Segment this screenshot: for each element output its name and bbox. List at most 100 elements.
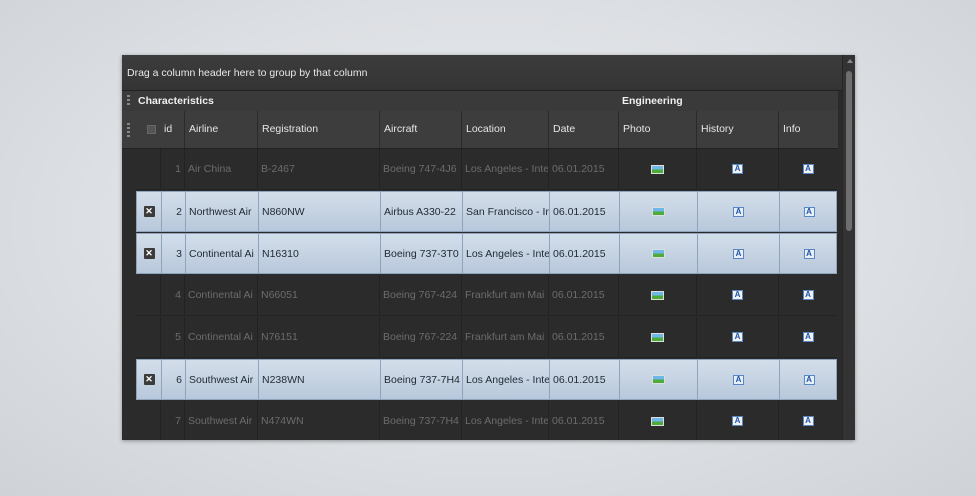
photo-cell[interactable] [619,360,697,399]
cell-id[interactable]: 3 [161,234,185,273]
history-cell[interactable]: A [696,275,778,315]
photo-icon[interactable] [652,249,665,258]
info-cell[interactable]: A [779,192,838,231]
cell-registration[interactable]: N66051 [257,275,379,315]
cell-aircraft[interactable]: Boeing 737-3T0 [380,234,462,273]
info-cell[interactable]: A [778,401,837,440]
photo-icon[interactable] [651,290,664,300]
cell-airline[interactable]: Continental Ai [184,317,257,357]
cell-aircraft[interactable]: Boeing 737-7H4 [380,360,462,399]
scroll-up-arrow-icon[interactable] [847,59,853,63]
photo-cell[interactable] [618,317,696,357]
close-icon[interactable]: ✕ [143,206,155,217]
cell-id[interactable]: 4 [160,275,184,315]
column-header-history[interactable]: History [696,111,778,148]
close-icon[interactable]: ✕ [143,374,155,385]
cell-registration[interactable]: N860NW [258,192,380,231]
band-grip-icon[interactable] [127,95,130,107]
photo-cell[interactable] [619,192,697,231]
cell-aircraft[interactable]: Boeing 747-4J6 [379,149,461,189]
cell-location[interactable]: Frankfurt am Mai [461,317,548,357]
cell-airline[interactable]: Northwest Air [185,192,258,231]
row-select-cell[interactable]: ✕ [137,234,161,273]
photo-cell[interactable] [619,234,697,273]
cell-airline[interactable]: Southwest Air [185,360,258,399]
cell-airline[interactable]: Continental Ai [185,234,258,273]
cell-date[interactable]: 06.01.2015 [548,149,618,189]
history-cell[interactable]: A [696,401,778,440]
column-header-photo[interactable]: Photo [618,111,696,148]
photo-icon[interactable] [651,332,664,342]
document-icon[interactable]: A [803,206,815,217]
row-select-cell[interactable] [136,317,160,357]
photo-icon[interactable] [651,164,664,174]
document-icon[interactable]: A [802,164,814,174]
history-cell[interactable]: A [697,360,779,399]
column-header-id[interactable]: id [160,111,184,148]
cell-location[interactable]: Los Angeles - Inte [462,360,549,399]
cell-date[interactable]: 06.01.2015 [548,275,618,315]
header-grip-icon[interactable] [127,123,130,137]
cell-id[interactable]: 7 [160,401,184,440]
table-row[interactable]: 4 Continental Ai N66051 Boeing 767-424 Frank… [136,275,837,316]
photo-icon[interactable] [652,207,665,216]
column-header-aircraft[interactable]: Aircraft [379,111,461,148]
cell-airline[interactable]: Southwest Air [184,401,257,440]
cell-date[interactable]: 06.01.2015 [548,401,618,440]
cell-location[interactable]: Los Angeles - Inte [461,401,548,440]
group-panel[interactable]: Drag a column header here to group by th… [122,55,842,91]
info-cell[interactable]: A [778,317,837,357]
cell-location[interactable]: San Francisco - Ir [462,192,549,231]
cell-registration[interactable]: N474WN [257,401,379,440]
cell-airline[interactable]: Continental Ai [184,275,257,315]
cell-id[interactable]: 1 [160,149,184,189]
column-header-info[interactable]: Info [778,111,838,148]
document-icon[interactable]: A [733,248,744,259]
info-cell[interactable]: A [778,275,837,315]
document-icon[interactable]: A [803,374,815,385]
band-characteristics[interactable]: Characteristics [134,91,618,111]
document-icon[interactable]: A [802,332,814,342]
cell-id[interactable]: 6 [161,360,185,399]
column-header-location[interactable]: Location [461,111,548,148]
document-icon[interactable]: A [733,206,744,217]
cell-location[interactable]: Frankfurt am Mai [461,275,548,315]
row-select-cell[interactable]: ✕ [137,360,161,399]
table-row[interactable]: ✕ 3 Continental Ai N16310 Boeing 737-3T0 Los … [136,233,837,274]
cell-registration[interactable]: N76151 [257,317,379,357]
vertical-scrollbar[interactable] [842,55,855,440]
table-row[interactable]: ✕ 6 Southwest Air N238WN Boeing 737-7H4 Los A… [136,359,837,400]
cell-registration[interactable]: B-2467 [257,149,379,189]
table-row[interactable]: 7 Southwest Air N474WN Boeing 737-7H4 Los An… [136,401,837,440]
row-select-cell[interactable]: ✕ [137,192,161,231]
cell-aircraft[interactable]: Airbus A330-22 [380,192,462,231]
cell-registration[interactable]: N16310 [258,234,380,273]
cell-id[interactable]: 5 [160,317,184,357]
cell-airline[interactable]: Air China [184,149,257,189]
table-row[interactable]: 5 Continental Ai N76151 Boeing 767-224 Frank… [136,317,837,358]
document-icon[interactable]: A [732,416,743,426]
document-icon[interactable]: A [733,374,744,385]
cell-aircraft[interactable]: Boeing 767-424 [379,275,461,315]
document-icon[interactable]: A [732,290,743,300]
document-icon[interactable]: A [803,248,815,259]
column-header-airline[interactable]: Airline [184,111,257,148]
info-cell[interactable]: A [779,234,838,273]
select-all-checkbox[interactable] [147,125,156,134]
cell-location[interactable]: Los Angeles - Inte [462,234,549,273]
scrollbar-thumb[interactable] [846,71,852,231]
history-cell[interactable]: A [696,317,778,357]
band-engineering[interactable]: Engineering [618,91,838,111]
table-row[interactable]: 1 Air China B-2467 Boeing 747-4J6 Los Angele… [136,149,837,190]
history-cell[interactable]: A [697,192,779,231]
document-icon[interactable]: A [802,290,814,300]
photo-icon[interactable] [652,375,665,384]
photo-cell[interactable] [618,149,696,189]
photo-icon[interactable] [651,416,664,426]
cell-location[interactable]: Los Angeles - Inte [461,149,548,189]
cell-id[interactable]: 2 [161,192,185,231]
info-cell[interactable]: A [778,149,837,189]
document-icon[interactable]: A [732,164,743,174]
column-header-registration[interactable]: Registration [257,111,379,148]
cell-date[interactable]: 06.01.2015 [549,360,619,399]
